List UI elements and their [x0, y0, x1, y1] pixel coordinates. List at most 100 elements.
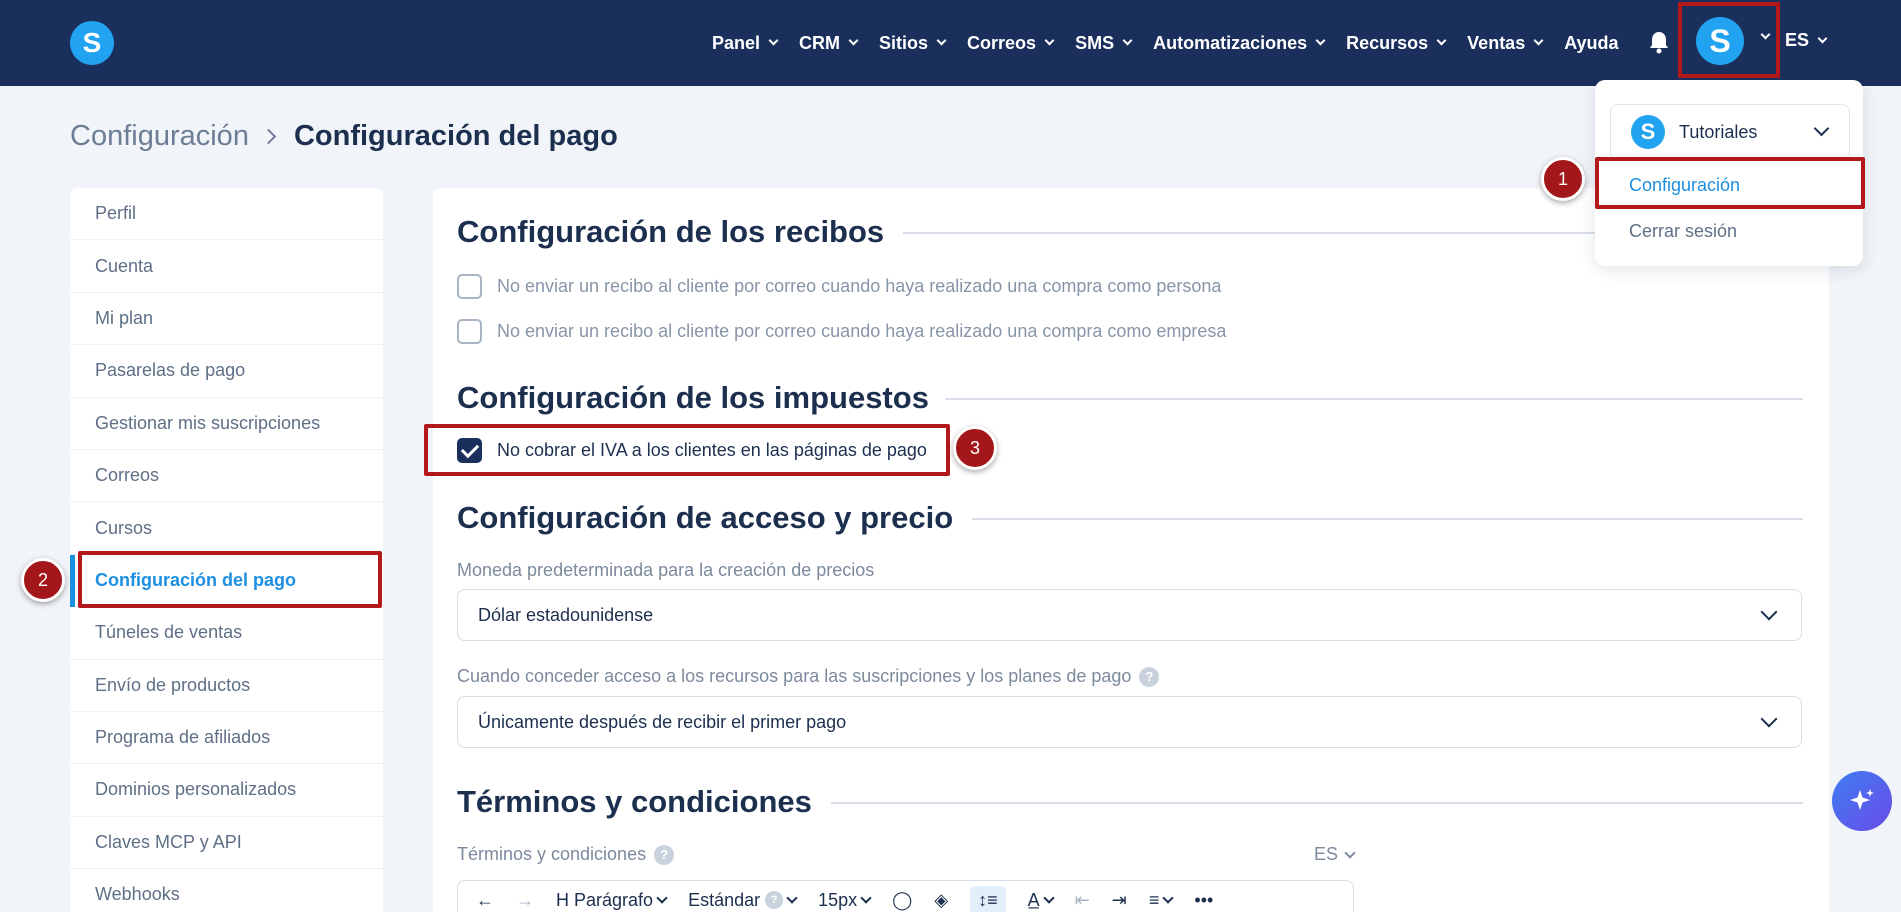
nav-item-ventas[interactable]: Ventas [1467, 32, 1544, 54]
sidebar-item-webhooks[interactable]: Webhooks [70, 869, 383, 912]
terms-language-label: ES [1314, 844, 1339, 864]
text-style-select[interactable]: Estándar? [688, 889, 798, 911]
sidebar-item-label: Gestionar mis suscripciones [95, 412, 321, 433]
chevron-down-icon [1043, 892, 1055, 904]
sidebar-item-correos[interactable]: Correos [70, 450, 383, 503]
nav-item-sitios[interactable]: Sitios [879, 33, 947, 54]
nav-item-recursos[interactable]: Recursos [1346, 33, 1447, 54]
line-height-icon[interactable]: ↕≡ [970, 885, 1006, 912]
taxes-section-title: Configuración de los impuestos [457, 380, 929, 415]
block-type-select[interactable]: H Parágrafo [556, 889, 668, 911]
align-select[interactable]: ≡ [1148, 889, 1175, 911]
nav-item-correos[interactable]: Correos [967, 33, 1055, 54]
nav-item-crm[interactable]: CRM [799, 33, 859, 54]
sidebar-item-dominios-personalizados[interactable]: Dominios personalizados [70, 764, 383, 817]
outdent-icon[interactable]: ⇤ [1075, 890, 1090, 911]
sidebar-item-claves-mcp-api[interactable]: Claves MCP y API [70, 817, 383, 870]
step-badge-1: 1 [1541, 157, 1585, 201]
bell-icon[interactable] [1648, 30, 1670, 54]
nav-item-label: Ventas [1467, 32, 1526, 53]
nav-item-sms[interactable]: SMS [1075, 32, 1133, 54]
nav-item-label: Ayuda [1564, 32, 1619, 53]
highlight-box-sidebar-payment [78, 551, 382, 608]
receipt-option-company[interactable]: No enviar un recibo al cliente por corre… [457, 319, 1226, 344]
help-icon[interactable]: ? [1139, 666, 1160, 687]
undo-icon[interactable]: ← [476, 890, 494, 911]
help-icon: ? [765, 891, 784, 909]
more-options-icon[interactable]: ••• [1194, 890, 1213, 911]
chevron-down-icon [1813, 120, 1830, 137]
sidebar-item-gestionar-suscripciones[interactable]: Gestionar mis suscripciones [70, 398, 383, 450]
sidebar-item-pasarelas-de-pago[interactable]: Pasarelas de pago [70, 345, 383, 398]
sidebar-item-label: Programa de afiliados [95, 727, 271, 748]
step-badge-3: 3 [953, 426, 997, 470]
chevron-down-icon [860, 892, 872, 904]
nav-item-panel[interactable]: Panel [712, 32, 779, 54]
sidebar-item-cuenta[interactable]: Cuenta [70, 240, 383, 293]
account-switcher[interactable]: S Tutoriales [1610, 104, 1850, 160]
terms-label: Términos y condiciones ? [457, 844, 675, 865]
sidebar-item-label: Claves MCP y API [95, 831, 242, 852]
currency-label: Moneda predeterminada para la creación d… [457, 560, 874, 581]
chevron-down-icon [1533, 35, 1544, 46]
access-timing-select[interactable]: Únicamente después de recibir el primer … [457, 696, 1802, 748]
highlight-box-vat-option [424, 424, 950, 476]
nav-item-label: Panel [712, 32, 761, 53]
currency-value: Dólar estadounidense [478, 604, 654, 625]
terms-section-title: Términos y condiciones [457, 784, 812, 819]
sidebar-item-label: Webhooks [95, 884, 180, 905]
chevron-down-icon [1344, 846, 1356, 859]
chevron-down-icon [848, 35, 859, 46]
sidebar-item-perfil[interactable]: Perfil [70, 188, 383, 241]
sidebar-item-cursos[interactable]: Cursos [70, 502, 383, 555]
sidebar-item-tuneles-de-ventas[interactable]: Túneles de ventas [70, 607, 383, 660]
access-timing-label: Cuando conceder acceso a los recursos pa… [457, 666, 1160, 687]
highlight-box-configuracion [1595, 157, 1865, 209]
nav-item-ayuda[interactable]: Ayuda [1564, 33, 1618, 54]
help-icon[interactable]: ? [654, 844, 675, 865]
font-size-select[interactable]: 15px [818, 890, 872, 911]
highlight-color-icon[interactable]: ◈ [934, 890, 948, 911]
sidebar-item-label: Perfil [95, 203, 137, 224]
chevron-down-icon [1760, 29, 1771, 40]
language-selector[interactable]: ES [1785, 30, 1828, 51]
top-navigation-bar: S Panel CRM Sitios Correos SMS Automatiz… [0, 0, 1901, 86]
chevron-down-icon [786, 892, 798, 904]
access-timing-label-text: Cuando conceder acceso a los recursos pa… [457, 666, 1132, 686]
ai-assistant-button[interactable] [1832, 771, 1892, 831]
checkbox[interactable] [457, 319, 482, 344]
sparkle-icon [1850, 789, 1874, 810]
terms-language-selector[interactable]: ES [1314, 844, 1356, 865]
heading-icon: H [556, 889, 569, 910]
checkbox[interactable] [457, 274, 482, 299]
chevron-down-icon [1817, 33, 1828, 43]
chevron-down-icon [1760, 710, 1778, 728]
clear-format-button[interactable]: A̲ [1028, 890, 1055, 911]
breadcrumb-root-link[interactable]: Configuración [70, 120, 249, 153]
sidebar-item-label: Pasarelas de pago [95, 360, 246, 381]
nav-item-automatizaciones[interactable]: Automatizaciones [1153, 33, 1326, 54]
nav-item-label: SMS [1075, 32, 1115, 53]
section-divider [945, 398, 1803, 400]
menu-item-cerrar-sesion[interactable]: Cerrar sesión [1629, 221, 1737, 242]
app-logo[interactable]: S [70, 21, 114, 65]
redo-icon[interactable]: → [516, 890, 534, 911]
account-menu-toggle[interactable]: S [1678, 2, 1780, 78]
sidebar-item-mi-plan[interactable]: Mi plan [70, 293, 383, 346]
page-title: Configuración del pago [293, 120, 618, 152]
active-indicator [70, 555, 75, 607]
avatar: S [1696, 17, 1744, 65]
access-section-title: Configuración de acceso y precio [457, 500, 954, 535]
language-label: ES [1785, 30, 1810, 50]
text-style-label: Estándar [688, 889, 761, 910]
align-left-icon: ≡ [1148, 889, 1160, 910]
chevron-down-icon [768, 35, 779, 46]
indent-icon[interactable]: ⇥ [1112, 890, 1127, 911]
sidebar-item-envio-de-productos[interactable]: Envío de productos [70, 660, 383, 712]
block-type-label: Parágrafo [574, 889, 654, 910]
currency-select[interactable]: Dólar estadounidense [457, 589, 1802, 641]
receipt-option-person[interactable]: No enviar un recibo al cliente por corre… [457, 274, 1221, 299]
sidebar-item-programa-de-afiliados[interactable]: Programa de afiliados [70, 712, 383, 765]
text-color-icon[interactable]: ◯ [892, 890, 912, 911]
account-logo: S [1631, 115, 1665, 149]
